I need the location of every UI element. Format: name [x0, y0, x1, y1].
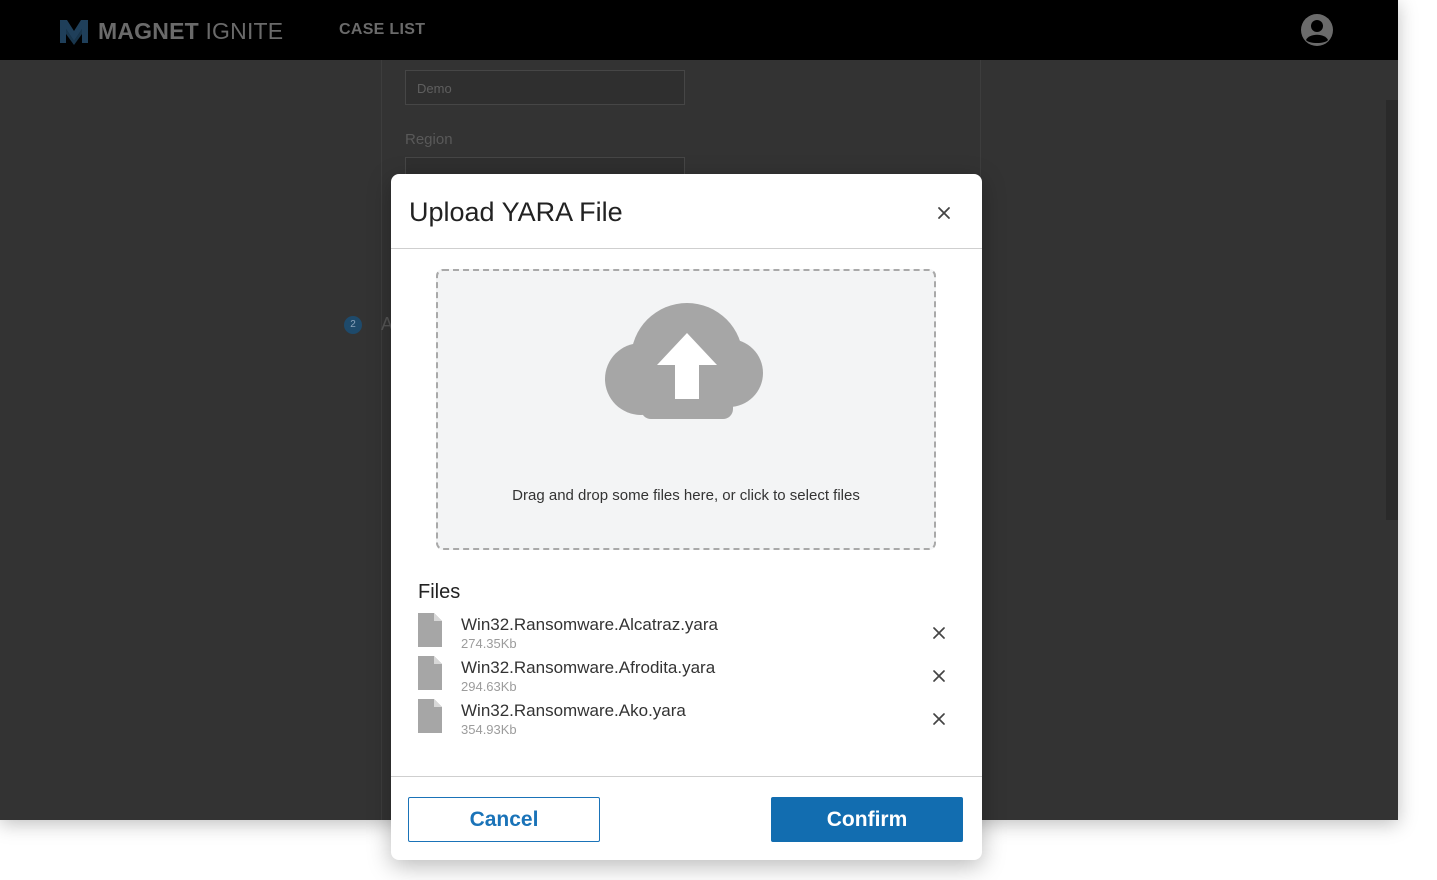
top-navigation-bar: MAGNET IGNITE CASE LIST — [0, 0, 1398, 60]
file-size: 294.63Kb — [461, 679, 517, 694]
file-list-item: Win32.Ransomware.Alcatraz.yara 274.35Kb — [418, 613, 958, 653]
region-label: Region — [405, 131, 453, 148]
page-scrollbar[interactable] — [1386, 100, 1398, 520]
remove-file-close-icon[interactable] — [929, 623, 949, 643]
file-size: 274.35Kb — [461, 636, 517, 651]
file-name: Win32.Ransomware.Alcatraz.yara — [461, 615, 718, 634]
user-avatar-icon[interactable] — [1300, 13, 1334, 47]
file-list-item: Win32.Ransomware.Ako.yara 354.93Kb — [418, 699, 958, 739]
remove-file-close-icon[interactable] — [929, 709, 949, 729]
file-size: 354.93Kb — [461, 722, 517, 737]
nav-case-list[interactable]: CASE LIST — [339, 21, 425, 39]
upload-yara-modal: Upload YARA File Drag and drop some file… — [391, 174, 982, 860]
confirm-button[interactable]: Confirm — [771, 797, 963, 842]
header-divider — [391, 248, 982, 249]
file-icon — [418, 699, 442, 733]
magnet-logo-icon — [60, 20, 88, 45]
file-icon — [418, 656, 442, 690]
cancel-button[interactable]: Cancel — [408, 797, 600, 842]
close-icon[interactable] — [931, 200, 957, 226]
file-name: Win32.Ransomware.Afrodita.yara — [461, 658, 716, 677]
file-dropzone[interactable]: Drag and drop some files here, or click … — [436, 269, 936, 550]
brand-name-light: IGNITE — [205, 17, 284, 44]
cloud-upload-icon — [605, 303, 763, 419]
brand-name-bold: MAGNET — [98, 17, 199, 44]
file-icon — [418, 613, 442, 647]
dropzone-instructions: Drag and drop some files here, or click … — [512, 487, 860, 504]
case-name-value: Demo — [417, 81, 452, 96]
files-heading: Files — [418, 581, 461, 603]
remove-file-close-icon[interactable] — [929, 666, 949, 686]
modal-title: Upload YARA File — [409, 197, 623, 227]
brand-logo[interactable]: MAGNET IGNITE — [58, 16, 283, 46]
footer-divider — [391, 776, 982, 777]
step-number-badge: 2 — [344, 316, 362, 334]
file-name: Win32.Ransomware.Ako.yara — [461, 701, 686, 720]
brand-name: MAGNET IGNITE — [98, 18, 283, 45]
file-list-item: Win32.Ransomware.Afrodita.yara 294.63Kb — [418, 656, 958, 696]
